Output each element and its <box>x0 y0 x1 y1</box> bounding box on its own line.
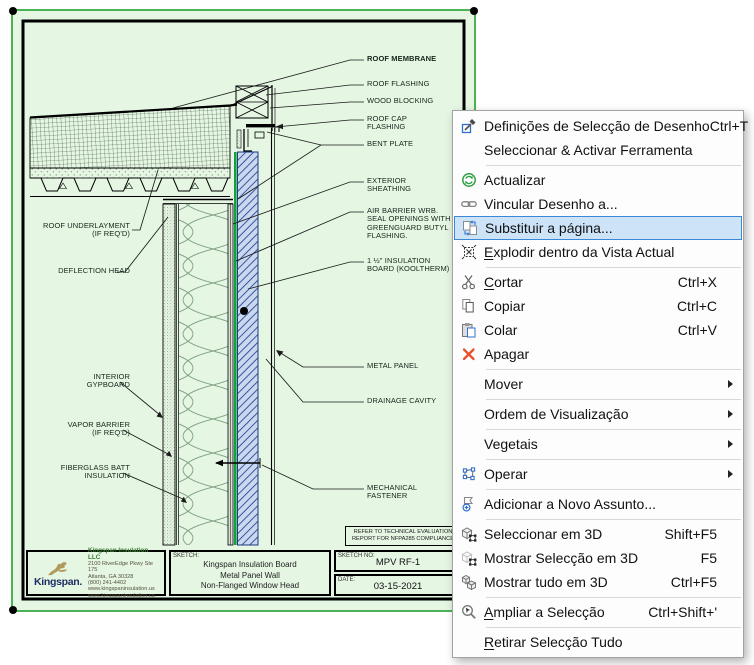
menu-item-label: Apagar <box>484 346 529 362</box>
selected-drawing[interactable]: ROOF MEMBRANE ROOF FLASHING WOOD BLOCKING R… <box>13 11 474 610</box>
menu-item-label: Mostrar Selecção em 3D <box>484 550 638 566</box>
selection-handle-top-right[interactable] <box>470 7 478 15</box>
title-block-sketch-cell: SKETCH: Kingspan Insulation Board Metal … <box>169 550 331 596</box>
menu-item-label: Definições de Selecção de Desenho <box>484 118 710 134</box>
drawing-label-11: ROOF UNDERLAYMENT (IF REQ'D) <box>30 222 130 239</box>
refresh-icon <box>453 172 484 188</box>
menu-item-substituir-a-p-gina[interactable]: Substituir a página... <box>454 216 742 240</box>
menu-item-label: Actualizar <box>484 172 545 188</box>
drawing-label-14: VAPOR BARRIER (IF REQ'D) <box>30 421 130 438</box>
menu-item-seleccionar-em-3d[interactable]: Seleccionar em 3D Shift+F5 <box>453 522 743 546</box>
drawing-label-0: ROOF MEMBRANE <box>367 55 469 63</box>
drawing-label-15: FIBERGLASS BATT INSULATION <box>30 464 130 481</box>
menu-item-copiar[interactable]: Copiar Ctrl+C <box>453 294 743 318</box>
menu-item-cortar[interactable]: Cortar Ctrl+X <box>453 270 743 294</box>
menu-item-operar[interactable]: Operar <box>453 462 743 486</box>
menu-item-shortcut: F5 <box>701 550 717 566</box>
sketch-label: SKETCH: <box>173 553 199 559</box>
menu-item-label: Substituir a página... <box>485 220 613 236</box>
menu-item-label: Colar <box>484 322 517 338</box>
menu-item-label: Adicionar a Novo Assunto... <box>484 496 656 512</box>
submenu-arrow-icon <box>728 470 733 478</box>
menu-item-label: Operar <box>484 466 528 482</box>
show-all-3d-icon <box>453 574 484 590</box>
menu-item-explodir-dentro-da-vista-actual[interactable]: Explodir dentro da Vista Actual <box>453 240 743 264</box>
menu-item-retirar-selec-o-tudo[interactable]: Retirar Selecção Tudo <box>453 630 743 654</box>
menu-item-label: Copiar <box>484 298 525 314</box>
drawing-label-13: INTERIOR GYPBOARD <box>30 373 130 390</box>
menu-item-shortcut: Ctrl+V <box>678 322 717 338</box>
selection-handle-center[interactable] <box>240 307 248 315</box>
menu-item-label: Retirar Selecção Tudo <box>484 634 623 650</box>
title-block: Kingspan. Kingspan Insulation LLC 2100 R… <box>26 550 462 596</box>
menu-item-defini-es-de-selec-o-de-desenho[interactable]: Definições de Selecção de DesenhoCtrl+T <box>453 114 743 138</box>
context-menu: Definições de Selecção de DesenhoCtrl+T S… <box>452 110 744 658</box>
menu-item-vegetais[interactable]: Vegetais <box>453 432 743 456</box>
submenu-arrow-icon <box>728 380 733 388</box>
submenu-arrow-icon <box>728 440 733 448</box>
nfpa-note: REFER TO TECHNICAL EVALUATION REPORT FOR… <box>345 526 461 546</box>
menu-item-vincular-desenho-a[interactable]: Vincular Desenho a... <box>453 192 743 216</box>
menu-item-shortcut: Ctrl+T <box>710 118 749 134</box>
application-canvas: ROOF MEMBRANE ROOF FLASHING WOOD BLOCKING R… <box>0 0 754 665</box>
sketch-no-label: SKETCH NO: <box>338 553 375 559</box>
menu-item-mostrar-tudo-em-3d[interactable]: Mostrar tudo em 3D Ctrl+F5 <box>453 570 743 594</box>
menu-item-label: Explodir dentro da Vista Actual <box>484 244 674 260</box>
menu-item-adicionar-a-novo-assunto[interactable]: Adicionar a Novo Assunto... <box>453 492 743 516</box>
menu-item-shortcut: Ctrl+F5 <box>671 574 717 590</box>
menu-item-shortcut: Shift+F5 <box>664 526 717 542</box>
menu-item-label: Cortar <box>484 274 523 290</box>
leader-arrowheads <box>157 124 284 503</box>
menu-item-label: Ampliar a Selecção <box>484 604 605 620</box>
menu-item-label: Seleccionar em 3D <box>484 526 602 542</box>
leader-lines <box>117 60 364 499</box>
company-name: Kingspan Insulation LLC <box>88 547 162 561</box>
title-block-date-cell: DATE: 03-15-2021 <box>334 574 462 596</box>
company-address1: 2100 RiverEdge Pkwy Ste 175 <box>88 561 162 574</box>
cut-icon <box>453 274 484 290</box>
menu-item-label: Mover <box>484 376 523 392</box>
company-web-ca: www.kingspaninsulation.ca <box>88 593 162 599</box>
menu-item-shortcut: Ctrl+C <box>677 298 717 314</box>
title-block-company-cell: Kingspan. Kingspan Insulation LLC 2100 R… <box>26 550 166 596</box>
drawing-settings-icon <box>453 118 484 134</box>
explode-icon <box>453 244 484 260</box>
menu-item-mover[interactable]: Mover <box>453 372 743 396</box>
delete-icon <box>453 346 484 362</box>
company-web-us: www.kingspaninsulation.us <box>88 586 162 592</box>
menu-item-colar[interactable]: Colar Ctrl+V <box>453 318 743 342</box>
menu-item-ampliar-a-selec-o[interactable]: Ampliar a Selecção Ctrl+Shift+' <box>453 600 743 624</box>
menu-item-shortcut: Ctrl+Shift+' <box>648 604 717 620</box>
menu-item-seleccionar-activar-ferramenta[interactable]: Seleccionar & Activar Ferramenta <box>453 138 743 162</box>
date-label: DATE: <box>338 577 355 583</box>
menu-item-label: Vegetais <box>484 436 538 452</box>
submenu-arrow-icon <box>728 410 733 418</box>
drawing-label-2: WOOD BLOCKING <box>367 97 469 105</box>
operate-icon <box>453 466 484 482</box>
menu-item-label: Seleccionar & Activar Ferramenta <box>484 142 693 158</box>
link-icon <box>453 196 484 212</box>
menu-item-label: Mostrar tudo em 3D <box>484 574 608 590</box>
menu-item-actualizar[interactable]: Actualizar <box>453 168 743 192</box>
paste-icon <box>453 322 484 338</box>
menu-item-apagar[interactable]: Apagar <box>453 342 743 366</box>
copy-icon <box>453 298 484 314</box>
add-subject-icon <box>453 496 484 512</box>
replace-page-icon <box>454 220 485 236</box>
zoom-selection-icon <box>453 604 484 620</box>
show-selection-3d-icon <box>453 550 484 566</box>
menu-item-ordem-de-visualiza-o[interactable]: Ordem de Visualização <box>453 402 743 426</box>
menu-item-label: Vincular Desenho a... <box>484 196 618 212</box>
menu-item-shortcut: Ctrl+X <box>678 274 717 290</box>
kingspan-wordmark: Kingspan. <box>34 576 82 588</box>
drawing-label-12: DEFLECTION HEAD <box>30 267 130 275</box>
menu-item-mostrar-selec-o-em-3d[interactable]: Mostrar Selecção em 3D F5 <box>453 546 743 570</box>
kingspan-lion-logo-icon <box>45 558 71 576</box>
drawing-label-1: ROOF FLASHING <box>367 80 469 88</box>
select-3d-icon <box>453 526 484 542</box>
menu-item-label: Ordem de Visualização <box>484 406 628 422</box>
title-block-sketch-no-cell: SKETCH NO: MPV RF-1 <box>334 550 462 572</box>
selection-handle-top-left[interactable] <box>9 7 17 15</box>
selection-handle-bottom-left[interactable] <box>9 606 17 614</box>
